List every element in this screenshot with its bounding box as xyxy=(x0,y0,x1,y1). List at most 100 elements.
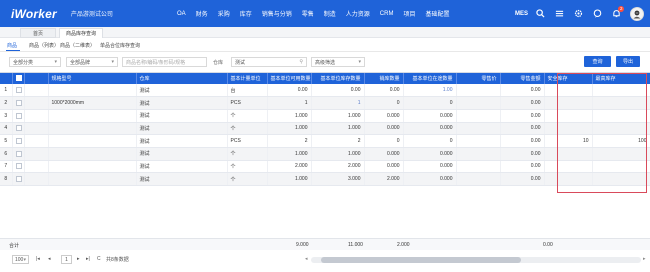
export-button[interactable]: 导出 xyxy=(616,56,640,67)
header-select-all[interactable] xyxy=(12,73,25,84)
table-row[interactable]: 2 1000*2000mm 测试 PCS 1 1 0 0 0.00 xyxy=(0,96,650,110)
tab-home[interactable]: 首页 xyxy=(20,28,56,38)
bell-icon[interactable]: 2 xyxy=(609,5,624,21)
cell-warehouse: 测试 xyxy=(136,84,228,98)
select-all-checkbox[interactable] xyxy=(15,75,22,82)
row-checkbox[interactable] xyxy=(15,137,22,144)
cell-safety-stock xyxy=(544,84,593,98)
subtab-goods[interactable]: 商品 xyxy=(7,42,17,49)
first-page-icon[interactable]: |◂ xyxy=(36,256,40,262)
last-page-icon[interactable]: ▸| xyxy=(86,256,90,262)
cell-checkbox[interactable] xyxy=(12,134,25,148)
nav-item-basic-config[interactable]: 基础配置 xyxy=(425,9,449,18)
company-name[interactable]: 产品游测试公司 xyxy=(71,9,113,18)
gear-icon[interactable] xyxy=(571,7,585,21)
nav-item-purchase[interactable]: 采购 xyxy=(218,9,230,18)
scrollbar-thumb[interactable] xyxy=(321,257,521,263)
cell-available-qty: 2.000 xyxy=(267,160,312,174)
nav-item-project[interactable]: 项目 xyxy=(403,9,415,18)
user-avatar[interactable] xyxy=(630,6,644,21)
brand-select[interactable]: 全部品牌 ▾ xyxy=(66,57,118,67)
cell-sale-qty: 2.000 xyxy=(364,172,404,186)
scroll-right-icon[interactable]: ▸ xyxy=(643,256,646,262)
query-button[interactable]: 查询 xyxy=(584,56,611,67)
row-checkbox[interactable] xyxy=(15,163,22,170)
app-logo[interactable]: iWorker xyxy=(11,7,57,21)
table-row[interactable]: 1 测试台 0.00 0.00 0.00 1.00 0.00 xyxy=(0,84,650,98)
cell-checkbox[interactable] xyxy=(12,122,25,136)
header-max-stock[interactable]: 最高库存 xyxy=(592,73,650,84)
cell-checkbox[interactable] xyxy=(12,96,25,110)
page-number-input[interactable]: 1 xyxy=(61,255,72,264)
row-checkbox[interactable] xyxy=(15,112,22,119)
header-available-qty[interactable]: 基本单位可用数量 xyxy=(267,73,312,84)
header-spec[interactable]: 规格型号 xyxy=(48,73,137,84)
mes-link[interactable]: MES xyxy=(515,11,528,17)
cell-blank xyxy=(24,109,49,123)
header-transit-qty[interactable]: 基本单位在途数量 xyxy=(403,73,457,84)
header-rownum xyxy=(0,73,13,84)
header-warehouse[interactable]: 仓库 xyxy=(136,73,228,84)
page-size-select[interactable]: 100 ▾ xyxy=(12,255,29,264)
search-icon[interactable] xyxy=(533,7,547,21)
cell-checkbox[interactable] xyxy=(12,160,25,174)
table-row[interactable]: 6 测试个 1.000 1.000 0.000 0.000 0.00 xyxy=(0,147,650,161)
cell-row-number: 4 xyxy=(0,122,13,136)
table-row[interactable]: 4 测试个 1.000 1.000 0.000 0.000 0.00 xyxy=(0,122,650,136)
prev-page-icon[interactable]: ◂ xyxy=(48,256,51,262)
nav-item-retail[interactable]: 零售 xyxy=(302,9,314,18)
advanced-filter-select[interactable]: 高级筛选 ▾ xyxy=(311,57,365,67)
nav-item-crm[interactable]: CRM xyxy=(380,11,394,17)
search-input[interactable]: 商品名称/编码/条形码/规格 xyxy=(122,57,207,67)
cell-checkbox[interactable] xyxy=(12,147,25,161)
header-stock-qty[interactable]: 基本单位库存数量 xyxy=(311,73,365,84)
header-sale-qty[interactable]: 销库数量 xyxy=(364,73,404,84)
chevron-down-icon: ▾ xyxy=(111,59,114,65)
scroll-left-icon[interactable]: ◂ xyxy=(305,256,308,262)
nav-item-inventory[interactable]: 库存 xyxy=(240,9,252,18)
chat-icon[interactable] xyxy=(590,7,604,21)
top-navigation-bar: iWorker 产品游测试公司 OA 财务 采购 库存 销售与分销 零售 制造 … xyxy=(0,0,650,27)
header-safety-stock[interactable]: 安全库存 xyxy=(544,73,593,84)
nav-item-manufacturing[interactable]: 制造 xyxy=(324,9,336,18)
cell-retail-price xyxy=(456,172,501,186)
refresh-icon[interactable]: C xyxy=(97,256,101,262)
row-checkbox[interactable] xyxy=(15,175,22,182)
cell-checkbox[interactable] xyxy=(12,172,25,186)
nav-item-sales[interactable]: 销售与分销 xyxy=(262,9,292,18)
next-page-icon[interactable]: ▸ xyxy=(77,256,80,262)
row-checkbox[interactable] xyxy=(15,150,22,157)
cell-checkbox[interactable] xyxy=(12,109,25,123)
table-row[interactable]: 3 测试个 1.000 1.000 0.000 0.000 0.00 xyxy=(0,109,650,123)
cell-unit: 个 xyxy=(227,172,268,186)
subtab-goods-list[interactable]: 商品（列表） xyxy=(29,42,59,49)
subtab-item-location[interactable]: 单品合位库存查询 xyxy=(100,42,140,49)
cell-checkbox[interactable] xyxy=(12,84,25,98)
table-row[interactable]: 7 测试个 2.000 2.000 0.000 0.000 0.00 xyxy=(0,160,650,174)
table-row[interactable]: 8 测试个 1.000 3.000 2.000 0.000 0.00 xyxy=(0,172,650,186)
tab-inventory-query[interactable]: 商品库存查询 xyxy=(59,28,103,38)
header-unit[interactable]: 基本计量单位 xyxy=(227,73,268,84)
cell-available-qty: 1.000 xyxy=(267,122,312,136)
nav-item-hr[interactable]: 人力资源 xyxy=(346,9,370,18)
cell-sale-qty: 0.00 xyxy=(364,84,404,98)
row-checkbox[interactable] xyxy=(15,99,22,106)
category-select-value: 全部分类 xyxy=(13,59,34,66)
nav-item-oa[interactable]: OA xyxy=(177,11,186,17)
nav-item-finance[interactable]: 财务 xyxy=(196,9,208,18)
row-checkbox[interactable] xyxy=(15,86,22,93)
subtab-goods-2d[interactable]: 商品（二维表） xyxy=(60,42,95,49)
header-retail-amount[interactable]: 零售金额 xyxy=(500,73,545,84)
totals-label: 合计 xyxy=(9,243,20,249)
table-row[interactable]: 5 测试 PCS 2 2 0 0 0.00 10 100 xyxy=(0,134,650,148)
warehouse-select[interactable]: 测试 ⚲ xyxy=(231,57,307,67)
row-checkbox[interactable] xyxy=(15,125,22,132)
cell-max-stock: 100 xyxy=(592,134,650,148)
header-retail-price[interactable]: 零售价 xyxy=(456,73,501,84)
horizontal-scrollbar[interactable] xyxy=(311,257,641,263)
category-select[interactable]: 全部分类 ▾ xyxy=(9,57,61,67)
menu-icon[interactable] xyxy=(552,7,566,21)
cell-retail-price xyxy=(456,109,501,123)
cell-warehouse: 测试 xyxy=(136,134,228,148)
cell-blank xyxy=(24,134,49,148)
